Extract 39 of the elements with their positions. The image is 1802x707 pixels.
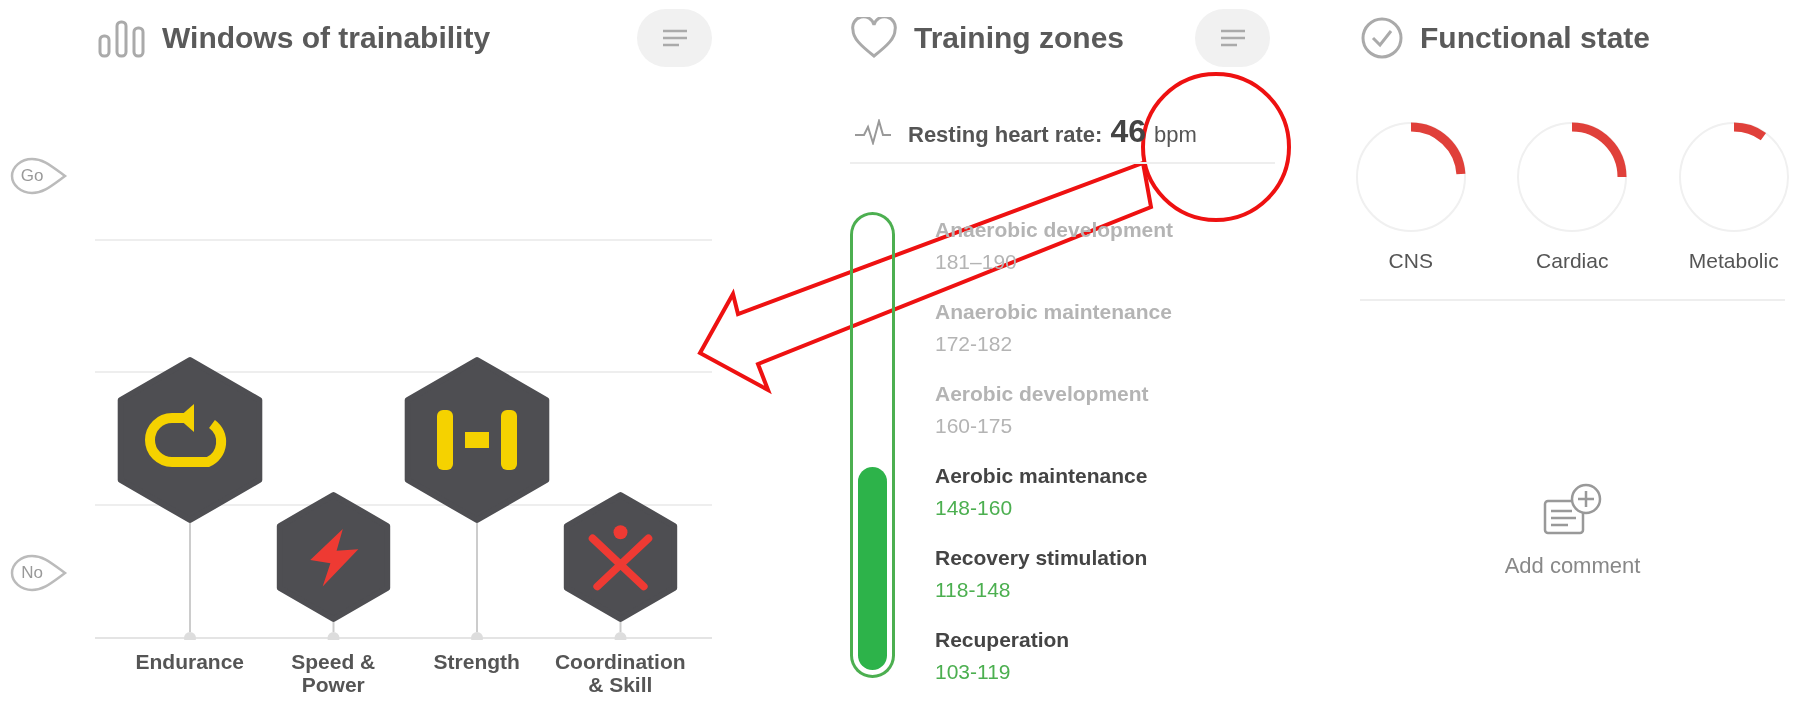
panel-title: Training zones <box>914 20 1125 55</box>
gauge-label: CNS <box>1388 249 1433 273</box>
panel-title: Windows of trainability <box>162 20 491 55</box>
dumbbell-icon <box>437 410 517 470</box>
zone-name: Recovery stimulation <box>935 545 1149 571</box>
gauge-label: Metabolic <box>1688 249 1779 273</box>
heart-icon <box>850 16 898 59</box>
zone-range: 148-160 <box>935 495 1014 521</box>
category-label: Coordination & Skill <box>553 650 687 696</box>
category-label: Strength <box>432 650 521 675</box>
hexagon-badge[interactable] <box>117 357 263 523</box>
add-comment-icon <box>1541 481 1604 537</box>
menu-icon <box>661 27 688 48</box>
zone-range: 103-119 <box>935 659 1012 685</box>
unit-label: bpm <box>1154 122 1197 148</box>
axis-label: Go <box>10 157 68 195</box>
loop-arrow-icon <box>145 404 227 467</box>
gauge-label: Cardiac <box>1536 249 1609 273</box>
category-label: Speed & Power <box>290 650 377 696</box>
axis-label: No <box>10 554 68 592</box>
figure-icon <box>588 525 653 591</box>
menu-icon <box>1219 27 1246 48</box>
checkmark-circle-icon <box>1360 15 1404 60</box>
category-label: Endurance <box>134 650 245 675</box>
zone-range: 160-175 <box>935 413 1014 439</box>
zone-name: Aerobic development <box>935 381 1150 407</box>
zone-range: 172-182 <box>935 331 1014 357</box>
lightning-bolt-icon <box>310 529 359 587</box>
zone-range: 181–190 <box>935 249 1018 275</box>
panel-title: Functional state <box>1420 20 1651 55</box>
hexagon-badge[interactable] <box>563 492 678 622</box>
zone-name: Anaerobic maintenance <box>935 299 1173 325</box>
resting-heart-rate-label: Resting heart rate: <box>908 122 1103 148</box>
hexagon-badge[interactable] <box>276 492 391 622</box>
zone-name: Aerobic maintenance <box>935 463 1149 489</box>
pulse-icon <box>854 118 892 145</box>
zone-range: 118-148 <box>935 577 1012 603</box>
add-comment-link[interactable]: Add comment <box>1504 553 1641 579</box>
zone-name: Recuperation <box>935 627 1071 653</box>
